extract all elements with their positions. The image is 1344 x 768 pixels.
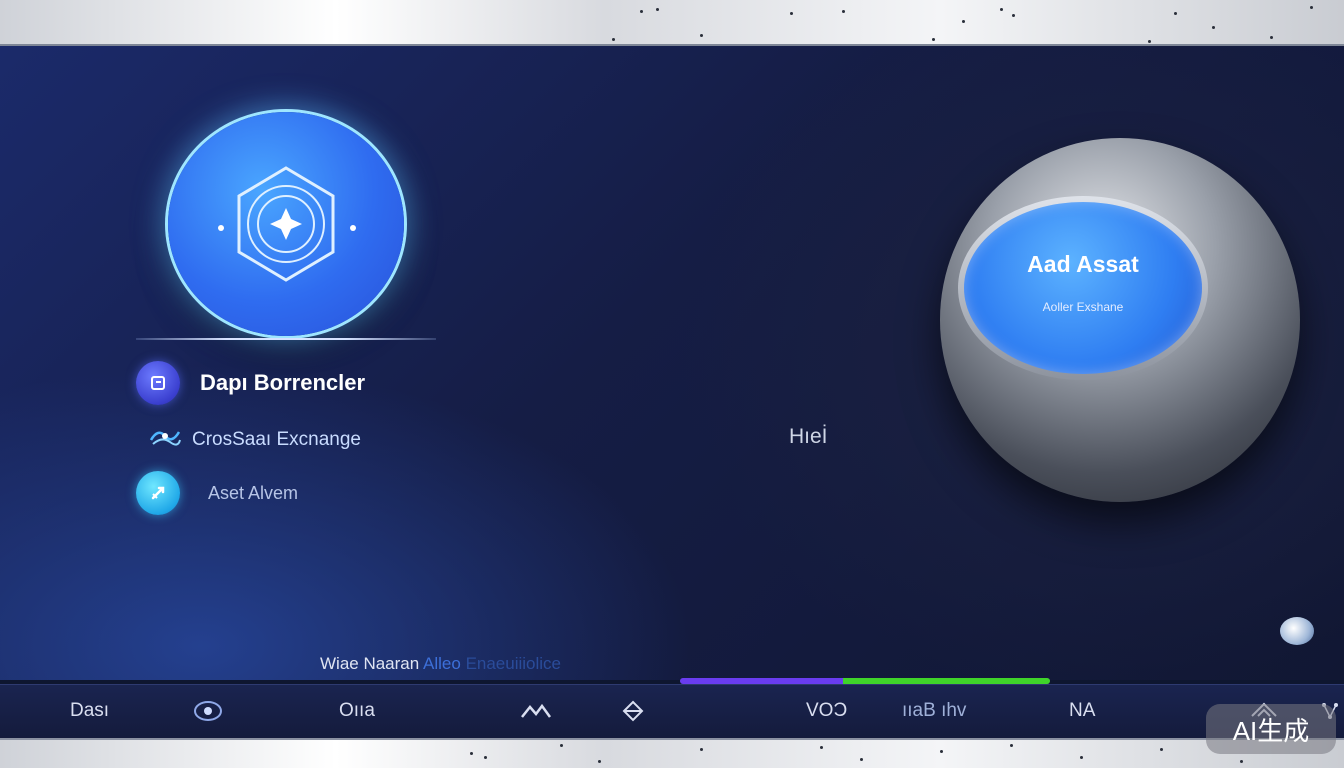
speckle [1148,40,1151,43]
speckle [820,746,823,749]
speckle [940,750,943,753]
menu-item-asset[interactable]: Aset Alvem [136,471,298,515]
speckle [790,12,793,15]
speckle [470,752,473,755]
bottom-item-label: ııaB ıhv [902,700,967,721]
menu-item-label: CrosSaaı Excnange [192,428,361,450]
bottom-item-na[interactable]: NA [1069,698,1095,724]
speckle [598,760,601,763]
bottom-item-mab[interactable]: ııaB ıhv [902,698,966,724]
rocket-icon [136,471,180,515]
hexagon-star-icon [218,166,356,282]
bottom-item-vod[interactable]: VOƆ [806,698,847,724]
caption-part-1: Wiae Naaran [320,654,420,673]
speckle [1000,8,1003,11]
divider-line [136,338,436,340]
speckle [932,38,935,41]
caption-part-2: Alleo [423,654,461,673]
speckle [700,34,703,37]
globe-icon[interactable] [192,698,224,724]
wallet-icon [136,361,180,405]
speckle [962,20,965,23]
add-asset-title: Aad Assat [1027,250,1139,277]
speckle [656,8,659,11]
speckle [1080,756,1083,759]
speckle [1012,14,1015,17]
logo-orb [168,112,404,336]
speckle [1160,748,1163,751]
globe-badge-icon[interactable] [1280,617,1314,645]
menu-item-label: Dapı Borrencler [200,370,366,395]
bottom-item-oma[interactable]: Oııa [339,698,375,724]
top-bezel [0,0,1344,46]
speckle [1174,12,1177,15]
speckle [842,10,845,13]
speckle [560,744,563,747]
mountain-icon[interactable] [520,698,552,724]
bottom-item-label: NA [1069,700,1096,721]
diamond-icon[interactable] [622,698,644,724]
add-asset-button[interactable]: Aad Assat Aoller Exshane [964,202,1202,374]
speckle [1270,36,1273,39]
bottom-item-label: Dası [70,700,110,721]
footer-caption: Wiae Naaran Alleo Enaeuiiiolice [320,654,561,674]
speckle [484,756,487,759]
caption-part-3: Enaeuiiiolice [465,654,562,673]
center-label: Hıeİ [789,425,828,448]
speckle [1310,6,1313,9]
speckle [700,748,703,751]
bottom-item-label: Oııa [339,700,375,721]
speckle [1010,744,1013,747]
add-asset-subtitle: Aoller Exshane [1042,299,1124,314]
bottom-bezel [0,738,1344,768]
bottom-item-label: VOƆ [806,700,848,721]
bottom-item-dasi[interactable]: Dası [70,698,109,724]
speckle [1212,26,1215,29]
menu-item-borrow[interactable]: Dapı Borrencler [136,361,365,405]
menu-item-label: Aset Alvem [208,482,299,503]
menu-item-exchange[interactable]: CrosSaaı Excnange [148,424,361,455]
watermark-badge: AI生成 [1206,704,1336,754]
speckle [640,10,643,13]
speckle [860,758,863,761]
speckle [1240,760,1243,763]
exchange-icon [148,424,182,455]
speckle [612,38,615,41]
